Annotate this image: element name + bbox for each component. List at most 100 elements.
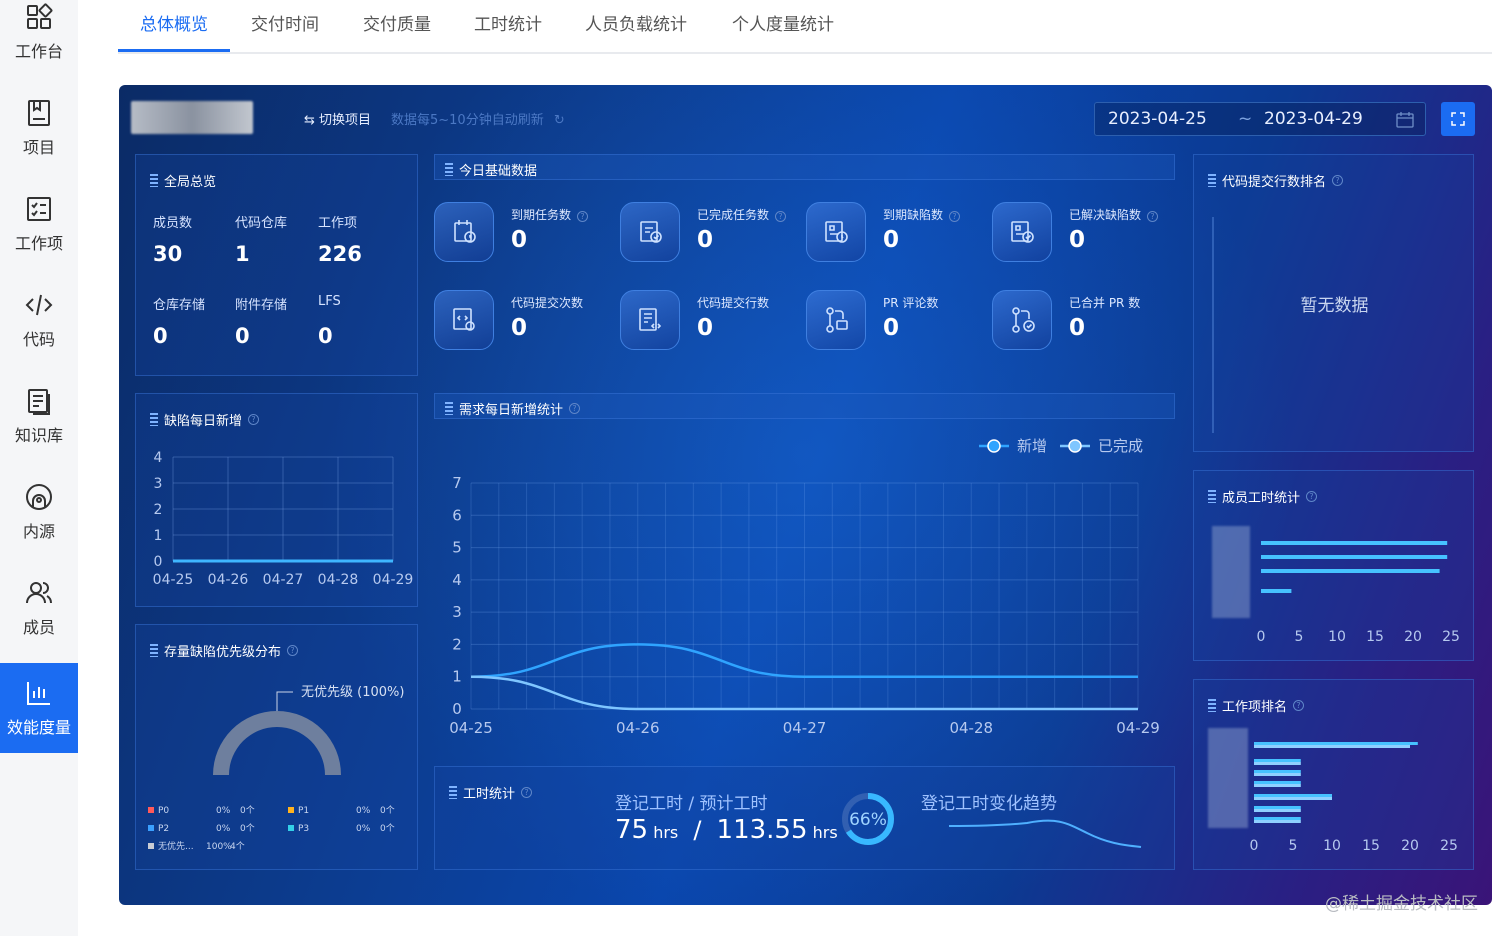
kpi-label: PR 评论数 xyxy=(883,296,939,310)
help-icon[interactable]: ? xyxy=(1147,211,1159,222)
y-tick-label: 0 xyxy=(154,554,163,570)
date-range-picker[interactable]: 2023-04-25 ~ 2023-04-29 xyxy=(1094,102,1426,136)
legend-item[interactable]: P0 0% 0个 xyxy=(148,803,255,816)
x-tick-label: 0 xyxy=(1257,629,1266,645)
kpi-value: 0 xyxy=(883,227,900,253)
legend-pct: 0% xyxy=(356,806,371,816)
kpi-value: 0 xyxy=(697,315,714,341)
date-start[interactable]: 2023-04-25 xyxy=(1108,109,1207,129)
project-icon xyxy=(28,100,50,126)
kpi-value: 0 xyxy=(511,315,528,341)
callout-label: 无优先级 (100%) xyxy=(301,685,404,700)
x-tick-label: 0 xyxy=(1250,838,1259,854)
demand-daily-chart: 0 1 2 3 4 5 6 7 04-25 04-26 04-27 04-28 04-29 新增 已完成 xyxy=(449,437,1160,737)
stat-value: 0 xyxy=(153,324,168,348)
stat-value: 0 xyxy=(318,324,333,348)
switch-project-button[interactable]: ⇆ 切换项目 xyxy=(304,109,371,128)
bar xyxy=(1254,762,1301,765)
tab-personal[interactable]: 个人度量统计 xyxy=(723,10,843,52)
legend-pct: 100% xyxy=(206,842,232,852)
tab-delivery-time[interactable]: 交付时间 xyxy=(240,10,330,52)
watermark: @稀土掘金技术社区 xyxy=(1325,894,1478,914)
legend-item[interactable]: 无优先... 100%4个 xyxy=(148,839,245,852)
sidebar-item-knowledge[interactable]: 知识库 xyxy=(0,371,78,461)
fullscreen-button[interactable] xyxy=(1441,102,1475,136)
priority-panel: 存量缺陷优先级分布? 无优先级 (100%) P0 0% 0个 P1 0% 0个 P2 0% 0… xyxy=(135,624,418,870)
x-tick-label: 04-29 xyxy=(1116,719,1160,737)
tab-workload[interactable]: 人员负载统计 xyxy=(576,10,696,52)
bar xyxy=(1254,817,1301,820)
legend-count: 4个 xyxy=(230,842,245,852)
x-tick-label: 04-25 xyxy=(449,719,493,737)
x-tick-label: 25 xyxy=(1442,629,1460,645)
legend-swatch xyxy=(288,825,294,831)
kpi-icon-box xyxy=(620,202,680,262)
bar xyxy=(1261,555,1448,559)
task-due-icon xyxy=(454,220,476,243)
x-tick-label: 04-27 xyxy=(263,572,304,588)
bar xyxy=(1261,589,1292,593)
tab-delivery-quality[interactable]: 交付质量 xyxy=(352,10,442,52)
bar xyxy=(1254,809,1301,812)
y-tick-label: 1 xyxy=(452,668,462,686)
overview-panel: 全局总览 成员数 代码仓库 工作项 30 1 226 仓库存储 附件存储 LFS… xyxy=(135,154,418,376)
hours-unit: hrs xyxy=(812,823,838,842)
tab-overview[interactable]: 总体概览 xyxy=(118,10,230,52)
bar xyxy=(1254,820,1301,823)
y-tick-label: 2 xyxy=(154,502,163,518)
bug-resolved-icon xyxy=(1011,221,1034,243)
legend-swatch xyxy=(148,843,154,849)
empty-state: 暂无数据 xyxy=(1300,296,1369,316)
workitem-icon xyxy=(27,197,51,221)
worktime-title: 工时统计? xyxy=(449,783,533,802)
date-end[interactable]: 2023-04-29 xyxy=(1264,109,1363,129)
metrics-icon xyxy=(27,682,50,705)
estimated-hours: 113.55 xyxy=(716,815,808,845)
legend-name: P1 xyxy=(298,806,310,816)
work-rank-chart: 0 5 10 15 20 25 xyxy=(1250,742,1458,854)
worktime-label: 登记工时 / 预计工时 xyxy=(615,794,768,814)
y-tick-label: 0 xyxy=(452,700,462,718)
demand-title: 需求每日新增统计? xyxy=(445,399,581,418)
legend-item[interactable]: P2 0% 0个 xyxy=(148,821,255,834)
sidebar-item-members[interactable]: 成员 xyxy=(0,563,78,653)
help-icon[interactable]: ? xyxy=(577,211,589,222)
sidebar-item-innersource[interactable]: 内源 xyxy=(0,467,78,557)
overview-title: 全局总览 xyxy=(150,171,216,190)
stat-value: 1 xyxy=(235,242,250,266)
x-tick-label: 04-29 xyxy=(373,572,414,588)
legend-name: P3 xyxy=(298,824,310,834)
legend-count: 0个 xyxy=(380,806,395,816)
kpi-icon-box xyxy=(992,202,1052,262)
x-tick-label: 04-26 xyxy=(616,719,660,737)
legend-swatch xyxy=(148,825,154,831)
legend-item[interactable]: P1 0% 0个 xyxy=(288,803,395,816)
members-icon xyxy=(26,582,53,604)
commit-count-icon xyxy=(453,308,475,331)
bar xyxy=(1254,770,1301,773)
x-tick-label: 04-28 xyxy=(318,572,359,588)
sidebar-item-project[interactable]: 项目 xyxy=(0,83,78,173)
tab-bar: 总体概览 交付时间 交付质量 工时统计 人员负载统计 个人度量统计 xyxy=(118,0,1492,54)
priority-donut: 无优先级 (100%) xyxy=(213,685,404,775)
help-icon[interactable]: ? xyxy=(775,211,787,222)
kpi-value: 0 xyxy=(697,227,714,253)
y-tick-label: 4 xyxy=(452,571,462,589)
kpi-icon-box xyxy=(434,290,494,350)
legend-item[interactable]: P3 0% 0个 xyxy=(288,821,395,834)
y-tick-label: 7 xyxy=(452,474,462,492)
help-icon: ? xyxy=(1332,175,1344,186)
sidebar-item-workitem[interactable]: 工作项 xyxy=(0,179,78,269)
bar xyxy=(1254,742,1418,745)
defect-daily-chart: 0 1 2 3 4 04-25 04-26 04-27 04-28 04-29 xyxy=(153,450,414,588)
sidebar-item-metrics[interactable]: 效能度量 xyxy=(0,663,78,753)
sidebar-item-workbench[interactable]: 工作台 xyxy=(0,0,78,77)
bar xyxy=(1254,781,1301,784)
legend-marker xyxy=(1068,439,1082,453)
hours-unit: hrs xyxy=(653,823,679,842)
tab-worktime[interactable]: 工时统计 xyxy=(463,10,553,52)
refresh-hint: 数据每5~10分钟自动刷新 ↻ xyxy=(391,109,565,128)
sidebar-item-code[interactable]: 代码 xyxy=(0,275,78,365)
bar xyxy=(1254,806,1301,809)
help-icon[interactable]: ? xyxy=(949,211,961,222)
